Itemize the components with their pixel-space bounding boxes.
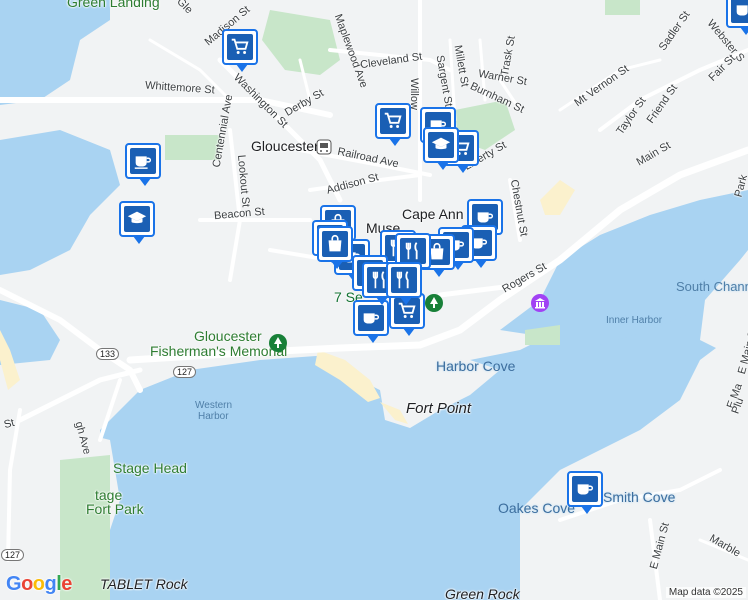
shopping-bag-icon bbox=[328, 234, 342, 252]
place-label: Harbor Cove bbox=[436, 358, 516, 374]
google-logo: Google bbox=[6, 573, 72, 595]
tree-icon[interactable] bbox=[268, 333, 288, 358]
place-label: Green Rock bbox=[445, 586, 520, 600]
store-pin[interactable] bbox=[317, 226, 353, 269]
route-shield: 127 bbox=[173, 366, 197, 378]
cafe-pin[interactable] bbox=[726, 0, 748, 35]
water-label: Harbor bbox=[198, 411, 229, 422]
shopping-cart-icon bbox=[231, 38, 249, 54]
map-attribution[interactable]: Map data ©2025 bbox=[665, 587, 746, 598]
route-shield: 133 bbox=[96, 348, 120, 360]
coffee-cup-icon bbox=[577, 484, 594, 495]
school-pin[interactable] bbox=[119, 201, 155, 244]
place-label: Cape Ann bbox=[402, 206, 464, 222]
place-label: Fisherman's Memorial bbox=[150, 343, 288, 359]
place-label: Smith Cove bbox=[603, 489, 676, 505]
water-label: Inner Harbor bbox=[606, 315, 663, 326]
place-label: TABLET Rock bbox=[100, 576, 188, 592]
shopping-pin[interactable] bbox=[222, 29, 258, 72]
place-label: Fort Point bbox=[406, 400, 472, 417]
train-icon[interactable] bbox=[316, 139, 332, 160]
place-label: Fort Park bbox=[86, 501, 144, 517]
cafe-pin[interactable] bbox=[353, 300, 389, 343]
graduation-cap-icon bbox=[127, 211, 147, 224]
restaurant-pin[interactable] bbox=[386, 262, 422, 305]
route-shield: 127 bbox=[1, 549, 25, 561]
water-label: South Channe bbox=[676, 279, 748, 294]
shopping-pin[interactable] bbox=[375, 103, 411, 146]
place-label: Stage Head bbox=[113, 460, 187, 476]
school-pin[interactable] bbox=[423, 127, 459, 170]
place-label: Green Landing bbox=[67, 0, 160, 10]
map-canvas[interactable]: Madison St Washington St Whittemore St D… bbox=[0, 0, 748, 600]
water-label: Western bbox=[195, 400, 233, 411]
coffee-cup-icon bbox=[363, 313, 380, 324]
graduation-cap-icon bbox=[431, 137, 451, 150]
fork-knife-icon bbox=[405, 242, 418, 260]
fork-knife-icon bbox=[396, 271, 409, 289]
coffee-cup-icon bbox=[134, 156, 152, 169]
tree-icon[interactable] bbox=[424, 293, 444, 318]
place-label: Gloucester bbox=[194, 328, 262, 344]
coffee-cup-icon bbox=[736, 5, 748, 16]
museum-icon[interactable] bbox=[530, 293, 550, 318]
place-label: Gloucester bbox=[251, 138, 319, 154]
cafe-pin[interactable] bbox=[567, 471, 603, 514]
place-label: Oakes Cove bbox=[498, 500, 576, 516]
shopping-cart-icon bbox=[384, 112, 402, 128]
cafe-pin[interactable] bbox=[125, 143, 161, 186]
